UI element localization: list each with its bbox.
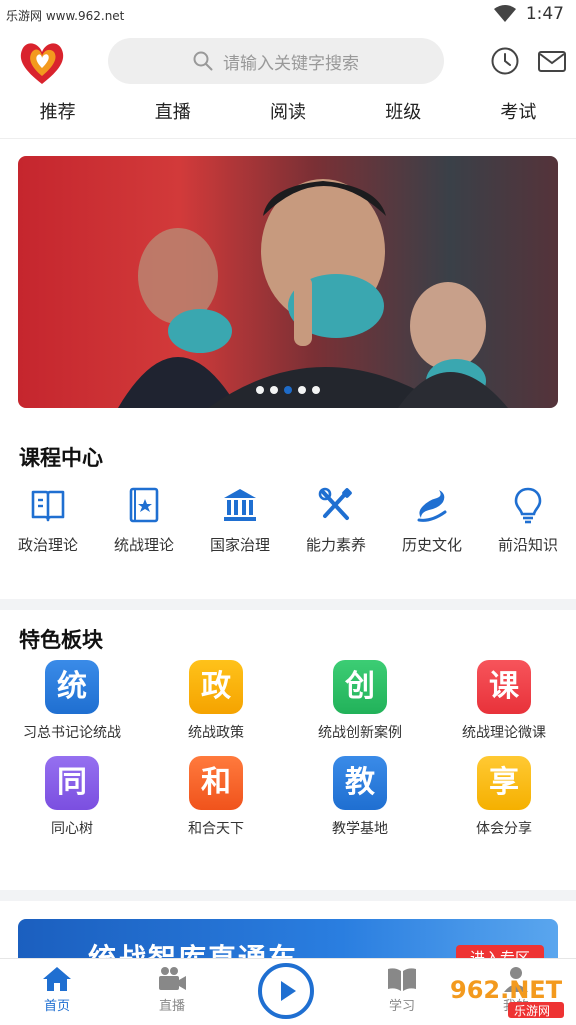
tab-class[interactable]: 班级 [346,94,461,138]
book-icon [31,490,65,522]
open-book-icon [388,968,416,991]
home-icon [43,967,71,991]
history-clock-icon[interactable] [490,46,520,76]
course-politics[interactable]: 政治理论 [0,486,96,555]
building-icon [224,489,256,521]
carousel-dot-active[interactable] [284,386,292,394]
video-icon [159,967,186,990]
course-history[interactable]: 历史文化 [384,486,480,555]
course-frontier[interactable]: 前沿知识 [480,486,576,555]
category-tabs: 推荐 直播 阅读 班级 考试 [0,94,576,139]
tab-read[interactable]: 阅读 [230,94,345,138]
feature-policy[interactable]: 政 统战政策 [144,660,288,742]
promo-section: 统战智库直通车 进入专区 [0,901,576,961]
app-header: 请输入关键字搜索 [0,30,576,94]
banner-image [118,179,508,408]
tab-live[interactable]: 直播 [115,94,230,138]
carousel-dot[interactable] [312,386,320,394]
tools-icon [318,487,352,520]
lightbulb-icon [514,487,542,524]
course-ability[interactable]: 能力素养 [288,486,384,555]
search-input[interactable]: 请输入关键字搜索 [108,38,444,84]
section-title: 课程中心 [19,446,103,470]
search-placeholder: 请输入关键字搜索 [223,53,359,74]
search-icon [193,51,213,71]
tab-exam[interactable]: 考试 [461,94,576,138]
feature-xi-on-united-front[interactable]: 统 习总书记论统战 [0,660,144,742]
play-button[interactable] [258,963,314,1019]
carousel-dot[interactable] [270,386,278,394]
banner-carousel[interactable] [18,156,558,408]
star-book-icon [129,487,159,523]
tab-recommend[interactable]: 推荐 [0,94,115,138]
play-icon [281,981,296,1001]
promo-banner[interactable]: 统战智库直通车 进入专区 [18,919,558,961]
feature-micro-lessons[interactable]: 课 统战理论微课 [432,660,576,742]
course-governance[interactable]: 国家治理 [192,486,288,555]
feature-innovation-cases[interactable]: 创 统战创新案例 [288,660,432,742]
mail-icon[interactable] [537,46,567,76]
status-bar: 乐游网 www.962.net 1:47 [0,0,576,30]
course-united-front[interactable]: 统战理论 [96,486,192,555]
nav-live[interactable]: 直播 [132,965,212,1014]
svg-text:乐游网: 乐游网 [514,1004,550,1018]
feature-sharing[interactable]: 享 体会分享 [432,756,576,838]
dragon-icon [417,490,447,522]
nav-study[interactable]: 学习 [362,965,442,1014]
section-title: 特色板块 [19,628,103,652]
carousel-dots [18,386,558,394]
app-logo-icon[interactable] [16,38,68,86]
svg-text:962.NET: 962.NET [450,976,563,1004]
feature-concentric-tree[interactable]: 同 同心树 [0,756,144,838]
feature-teaching-base[interactable]: 教 教学基地 [288,756,432,838]
featured-section: 特色板块 统 习总书记论统战 政 统战政策 创 统战创新案例 课 统战理论微课 [0,610,576,890]
nav-home[interactable]: 首页 [17,965,97,1014]
course-center-section: 课程中心 政治理论 统战理论 国家治理 能力素养 历史文化 前沿知识 [0,426,576,599]
status-watermark: 乐游网 www.962.net [6,9,125,23]
carousel-dot[interactable] [298,386,306,394]
site-watermark-logo: 962.NET 乐游网 [450,976,564,1018]
status-time: 1:47 [525,4,564,24]
wifi-icon [493,5,516,22]
feature-harmony[interactable]: 和 和合天下 [144,756,288,838]
carousel-dot[interactable] [256,386,264,394]
